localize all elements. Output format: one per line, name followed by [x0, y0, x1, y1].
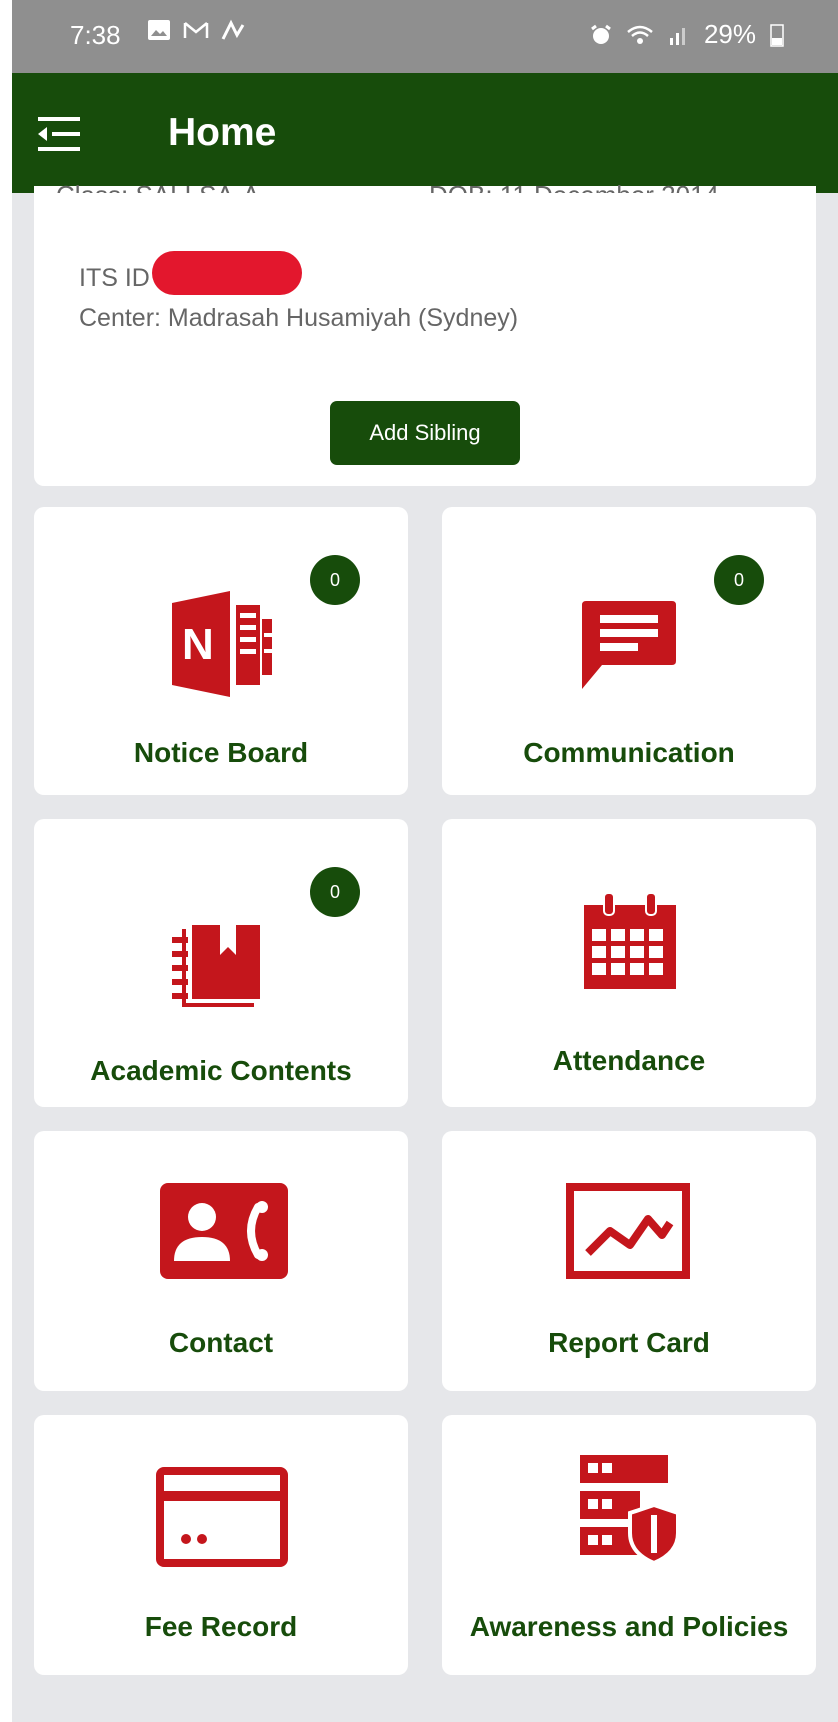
page-title: Home: [168, 111, 277, 154]
tile-attendance[interactable]: Attendance: [442, 819, 816, 1107]
image-icon: [148, 20, 170, 40]
status-right: 29%: [590, 19, 784, 50]
tile-label: Attendance: [552, 1045, 706, 1076]
status-time: 7:38: [70, 20, 121, 50]
add-sibling-button[interactable]: Add Sibling: [330, 401, 520, 465]
tile-label: Contact: [168, 1327, 274, 1358]
battery-percent: 29%: [703, 19, 756, 49]
signal-icon: [669, 27, 685, 45]
menu-icon[interactable]: [36, 115, 82, 153]
tile-notice-board[interactable]: 0 N Notice Board: [34, 507, 408, 795]
tile-fee-record[interactable]: Fee Record: [34, 1415, 408, 1675]
credit-card-icon: [156, 1467, 288, 1567]
tile-report-card[interactable]: Report Card: [442, 1131, 816, 1391]
app-screen: 7:38 29% Home Class: SALLSA-A DOB: 11 De…: [12, 0, 838, 1722]
scroll-mask-card: [34, 193, 816, 207]
notebook-icon: N: [172, 591, 272, 697]
communication-count-badge: 0: [714, 555, 764, 605]
svg-text:N: N: [182, 620, 214, 669]
book-icon: [172, 925, 260, 1007]
battery-icon: [770, 23, 784, 47]
activity-icon: [221, 19, 245, 40]
tile-awareness-policies[interactable]: Awareness and Policies: [442, 1415, 816, 1675]
tile-label: Fee Record: [144, 1611, 298, 1642]
its-id-label: ITS ID: [79, 264, 150, 292]
tile-contact[interactable]: Contact: [34, 1131, 408, 1391]
tile-label: Notice Board: [133, 737, 309, 768]
wifi-icon: [627, 25, 653, 44]
student-profile-card: Class: SALLSA-A DOB: 11 December 2014 IT…: [34, 180, 816, 486]
tile-communication[interactable]: 0 Communication: [442, 507, 816, 795]
notification-icons: [147, 19, 245, 41]
notice-count-badge: 0: [310, 555, 360, 605]
tile-label: Academic Contents: [90, 1055, 352, 1086]
tile-academic-contents[interactable]: 0 Academic Contents: [34, 819, 408, 1107]
redaction-mark: [152, 251, 302, 295]
calendar-icon: [584, 892, 676, 989]
gmail-icon: [183, 22, 209, 38]
academic-count-badge: 0: [310, 867, 360, 917]
tile-label: Awareness and Policies: [469, 1611, 789, 1642]
message-icon: [582, 601, 676, 689]
server-shield-icon: [580, 1455, 680, 1566]
tile-label: Report Card: [548, 1327, 710, 1358]
left-margin: [0, 0, 12, 1722]
contact-card-icon: [160, 1183, 288, 1279]
tile-label: Communication: [523, 737, 735, 768]
center-text: Center: Madrasah Husamiyah (Sydney): [79, 304, 519, 332]
alarm-icon: [591, 24, 611, 44]
chart-icon: [566, 1183, 690, 1279]
status-bar: 7:38 29%: [12, 0, 838, 73]
app-bar: Home: [12, 73, 838, 193]
